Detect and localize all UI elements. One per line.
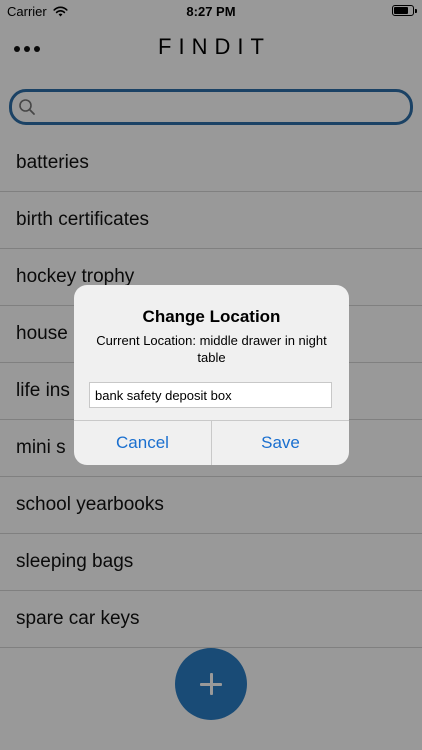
dialog-message: Current Location: middle drawer in night… [96,333,327,365]
change-location-dialog: Change Location Current Location: middle… [74,285,349,465]
location-input[interactable] [89,382,332,408]
cancel-button[interactable]: Cancel [74,421,211,465]
dialog-button-row: Cancel Save [74,420,349,465]
save-button[interactable]: Save [211,421,349,465]
dialog-title: Change Location [142,307,281,326]
